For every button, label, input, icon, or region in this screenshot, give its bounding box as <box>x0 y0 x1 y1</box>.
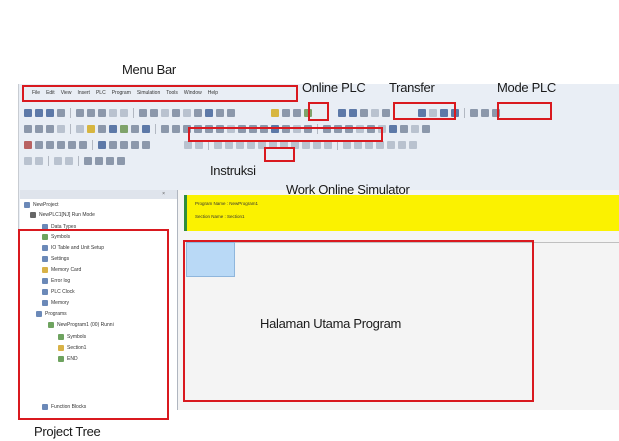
help-icon[interactable] <box>194 108 202 117</box>
label-instruksi: Instruksi <box>210 163 256 178</box>
comment-icon[interactable] <box>87 124 95 133</box>
online-edit-send-icon[interactable] <box>411 124 419 133</box>
label-transfer: Transfer <box>389 80 435 95</box>
properties-icon[interactable] <box>183 108 191 117</box>
new-contact-icon[interactable] <box>161 124 169 133</box>
transfer-icon[interactable] <box>371 108 379 117</box>
down-icon[interactable] <box>65 156 73 165</box>
annotation-box-menu-bar <box>22 85 298 102</box>
cross-reference-icon[interactable] <box>172 108 180 117</box>
zoom-out-icon[interactable] <box>35 124 43 133</box>
io-table-icon[interactable] <box>57 140 65 149</box>
program-name-line: Program Name : NewProgram1 <box>195 201 259 206</box>
label-halaman-utama-program: Halaman Utama Program <box>260 316 402 331</box>
transfer-from-plc-icon[interactable] <box>349 108 357 117</box>
project-icon <box>24 202 30 208</box>
toolbar-separator <box>464 107 465 118</box>
line-icon[interactable] <box>481 108 489 117</box>
show-address-icon[interactable] <box>120 124 128 133</box>
annotation-box-transfer <box>393 102 456 120</box>
label-project-tree: Project Tree <box>34 424 101 439</box>
up-icon[interactable] <box>54 156 62 165</box>
cut-icon[interactable] <box>76 108 84 117</box>
copy-icon[interactable] <box>87 108 95 117</box>
toolbar-separator <box>78 155 79 166</box>
table-icon[interactable] <box>387 140 395 149</box>
plc-icon <box>30 212 36 218</box>
collapse-icon[interactable] <box>95 156 103 165</box>
toolbar-separator <box>70 107 71 118</box>
compile-icon[interactable] <box>216 108 224 117</box>
table-icon[interactable] <box>398 140 406 149</box>
toolbar-separator <box>133 107 134 118</box>
memory-view-icon[interactable] <box>46 140 54 149</box>
project-window-icon[interactable] <box>142 140 150 149</box>
output-window-icon[interactable] <box>109 140 117 149</box>
rung-status-bar <box>184 195 187 231</box>
redo-icon[interactable] <box>120 108 128 117</box>
project-tree-header: × <box>20 190 177 199</box>
replace-icon[interactable] <box>150 108 158 117</box>
local-network-icon[interactable] <box>24 140 32 149</box>
address-reference-icon[interactable] <box>131 140 139 149</box>
toolbar-separator <box>70 123 71 134</box>
table-icon[interactable] <box>409 140 417 149</box>
error-log-icon[interactable] <box>79 140 87 149</box>
find-icon[interactable] <box>139 108 147 117</box>
ladder-icon[interactable] <box>35 140 43 149</box>
show-rung-icon[interactable] <box>131 124 139 133</box>
transfer-to-plc-icon[interactable] <box>338 108 346 117</box>
annotation-box-instruksi <box>188 127 383 142</box>
settings-icon[interactable] <box>68 140 76 149</box>
zoom-icon[interactable] <box>161 108 169 117</box>
tree-node-plc[interactable]: NewPLC1[NJ] Run Mode <box>30 212 95 218</box>
annotation-box-online-plc <box>308 102 329 121</box>
label-online-plc: Online PLC <box>302 80 366 95</box>
zoom-reset-icon[interactable] <box>57 124 65 133</box>
online-edit-cancel-icon[interactable] <box>422 124 430 133</box>
compare-with-plc-icon[interactable] <box>360 108 368 117</box>
transfer-icon[interactable] <box>382 108 390 117</box>
annotation-box-project-tree <box>18 229 169 420</box>
print-icon[interactable] <box>57 108 65 117</box>
label-menu-bar: Menu Bar <box>122 62 176 77</box>
watch-window-icon[interactable] <box>120 140 128 149</box>
back-icon[interactable] <box>24 156 32 165</box>
open-file-icon[interactable] <box>35 108 43 117</box>
save-icon[interactable] <box>46 108 54 117</box>
auto-online-icon[interactable] <box>282 108 290 117</box>
time-chart-icon[interactable] <box>389 124 397 133</box>
bookmark-icon[interactable] <box>98 124 106 133</box>
undo-icon[interactable] <box>109 108 117 117</box>
forward-icon[interactable] <box>35 156 43 165</box>
symbol-table-icon[interactable] <box>98 140 106 149</box>
new-file-icon[interactable] <box>24 108 32 117</box>
section-name-line: Section Name : Section1 <box>195 214 245 219</box>
label-work-online-simulator: Work Online Simulator <box>286 182 410 197</box>
tree-up-icon[interactable] <box>106 156 114 165</box>
toolbar-row-4 <box>20 153 180 168</box>
tree-node-project[interactable]: NewProject <box>24 202 59 208</box>
zoom-in-icon[interactable] <box>24 124 32 133</box>
expand-icon[interactable] <box>84 156 92 165</box>
paste-icon[interactable] <box>98 108 106 117</box>
toolbar-separator <box>48 155 49 166</box>
annotation-box-work-online-simulator <box>264 147 295 162</box>
zoom-fit-icon[interactable] <box>46 124 54 133</box>
watch-icon[interactable] <box>205 108 213 117</box>
online-edit-icon[interactable] <box>293 108 301 117</box>
new-closed-contact-icon[interactable] <box>172 124 180 133</box>
online-edit-begin-icon[interactable] <box>400 124 408 133</box>
toolbar-separator <box>92 139 93 150</box>
pointer-icon[interactable] <box>470 108 478 117</box>
work-online-icon[interactable] <box>271 108 279 117</box>
check-program-icon[interactable] <box>227 108 235 117</box>
label-mode-plc: Mode PLC <box>497 80 557 95</box>
show-symbols-icon[interactable] <box>109 124 117 133</box>
grid-icon[interactable] <box>76 124 84 133</box>
annotation-box-mode-plc <box>497 102 552 120</box>
toolbar-separator <box>155 123 156 134</box>
show-output-icon[interactable] <box>142 124 150 133</box>
tree-down-icon[interactable] <box>117 156 125 165</box>
